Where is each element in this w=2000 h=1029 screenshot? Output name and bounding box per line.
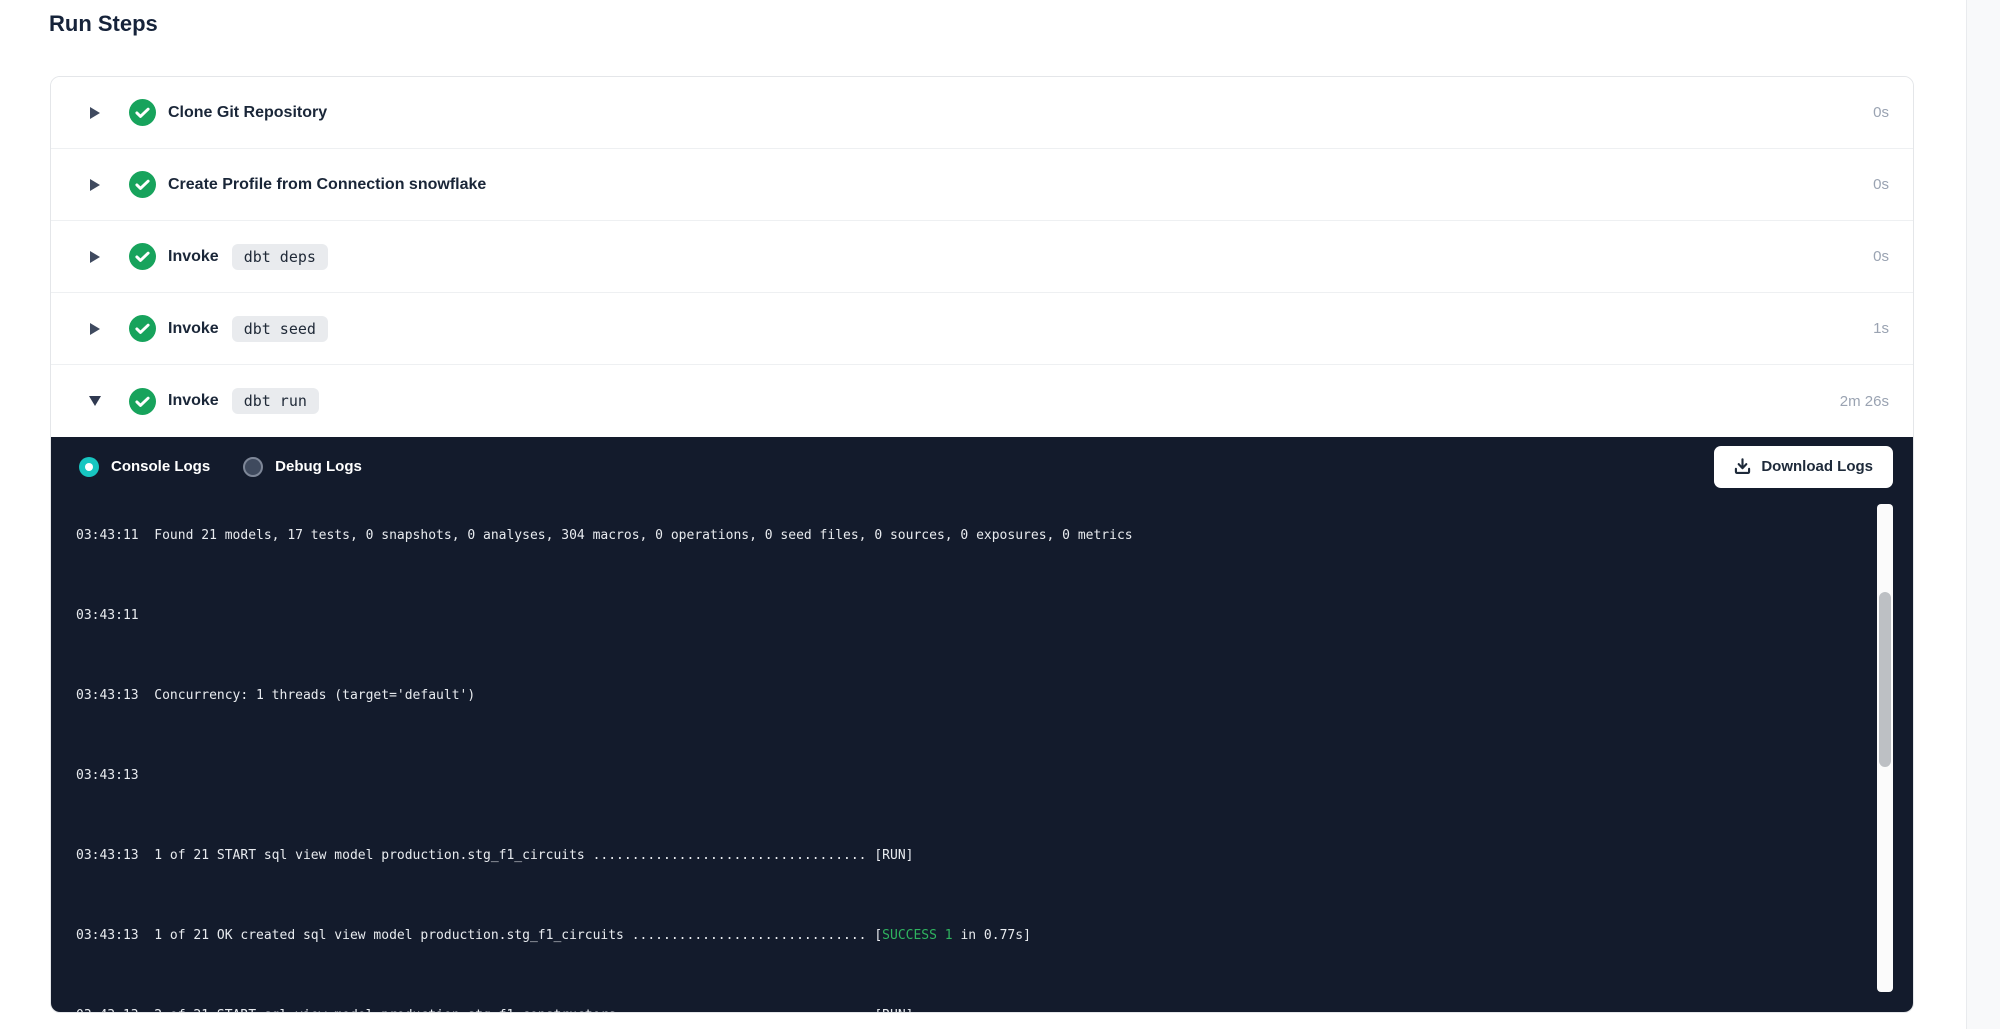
step-label: Create Profile from Connection snowflake (168, 176, 486, 194)
log-message: 2 of 21 START sql view model production.… (139, 1008, 867, 1012)
step-duration: 2m 26s (1840, 393, 1889, 410)
step-label: Invoke (168, 320, 219, 338)
download-logs-button[interactable]: Download Logs (1714, 446, 1893, 488)
log-message: 1 of 21 START sql view model production.… (139, 848, 867, 863)
page-title: Run Steps (49, 11, 158, 37)
expand-caret-icon[interactable] (89, 391, 101, 411)
right-gutter (1966, 0, 2000, 1029)
log-timestamp: 03:43:11 (76, 528, 139, 543)
log-message: Concurrency: 1 threads (target='default'… (139, 688, 476, 703)
log-line: 03:43:13 1 of 21 START sql view model pr… (76, 846, 1913, 866)
step-row[interactable]: Clone Git Repository 0s (51, 77, 1913, 149)
step-row[interactable]: Create Profile from Connection snowflake… (51, 149, 1913, 221)
log-line: 03:43:11 Found 21 models, 17 tests, 0 sn… (76, 526, 1913, 546)
log-panel: Console Logs Debug Logs Download Logs 03… (51, 437, 1913, 1012)
success-check-icon (129, 99, 156, 126)
success-check-icon (129, 171, 156, 198)
log-line: 03:43:13 2 of 21 START sql view model pr… (76, 1006, 1913, 1012)
log-scrollbar-thumb[interactable] (1879, 592, 1891, 767)
expand-caret-icon[interactable] (89, 247, 101, 267)
step-row[interactable]: Invoke dbt deps 0s (51, 221, 1913, 293)
log-line: 03:43:13 (76, 766, 1913, 786)
log-tab-label: Console Logs (111, 458, 210, 475)
log-timestamp: 03:43:13 (76, 1008, 139, 1012)
console-log-output[interactable]: 03:43:11 Found 21 models, 17 tests, 0 sn… (51, 496, 1913, 1012)
step-label: Invoke (168, 248, 219, 266)
step-duration: 0s (1873, 176, 1889, 193)
log-status: [SUCCESS 1 in 0.77s] (867, 928, 1031, 943)
log-line: 03:43:13 1 of 21 OK created sql view mod… (76, 926, 1913, 946)
log-message (139, 608, 155, 623)
success-check-icon (129, 388, 156, 415)
log-message: Found 21 models, 17 tests, 0 snapshots, … (139, 528, 1133, 543)
log-tab[interactable]: Debug Logs (243, 457, 362, 477)
expand-caret-icon[interactable] (89, 319, 101, 339)
step-label: Clone Git Repository (168, 104, 327, 122)
log-line: 03:43:13 Concurrency: 1 threads (target=… (76, 686, 1913, 706)
log-tabs: Console Logs Debug Logs (79, 457, 395, 477)
log-message (139, 768, 155, 783)
log-scrollbar[interactable] (1877, 504, 1893, 992)
log-line: 03:43:11 (76, 606, 1913, 626)
step-row[interactable]: Invoke dbt seed 1s (51, 293, 1913, 365)
step-list: Clone Git Repository 0s Create Profile f… (51, 77, 1913, 437)
expand-caret-icon[interactable] (89, 103, 101, 123)
download-logs-label: Download Logs (1761, 458, 1873, 475)
log-timestamp: 03:43:11 (76, 608, 139, 623)
log-timestamp: 03:43:13 (76, 928, 139, 943)
log-status: [RUN] (867, 848, 914, 863)
log-status: [RUN] (867, 1008, 914, 1012)
radio-icon[interactable] (243, 457, 263, 477)
log-timestamp: 03:43:13 (76, 688, 139, 703)
step-duration: 0s (1873, 104, 1889, 121)
step-row[interactable]: Invoke dbt run 2m 26s (51, 365, 1913, 437)
success-check-icon (129, 243, 156, 270)
log-tab-label: Debug Logs (275, 458, 362, 475)
radio-icon[interactable] (79, 457, 99, 477)
expand-caret-icon[interactable] (89, 175, 101, 195)
step-duration: 0s (1873, 248, 1889, 265)
step-duration: 1s (1873, 320, 1889, 337)
log-lines: 03:43:11 Found 21 models, 17 tests, 0 sn… (76, 496, 1913, 1012)
step-label: Invoke (168, 392, 219, 410)
log-message: 1 of 21 OK created sql view model produc… (139, 928, 867, 943)
step-command-pill: dbt seed (232, 316, 328, 342)
log-panel-header: Console Logs Debug Logs Download Logs (51, 437, 1913, 496)
log-tab[interactable]: Console Logs (79, 457, 210, 477)
run-steps-card: Clone Git Repository 0s Create Profile f… (50, 76, 1914, 1013)
step-command-pill: dbt run (232, 388, 319, 414)
log-timestamp: 03:43:13 (76, 768, 139, 783)
log-timestamp: 03:43:13 (76, 848, 139, 863)
success-check-icon (129, 315, 156, 342)
step-command-pill: dbt deps (232, 244, 328, 270)
download-icon (1734, 458, 1751, 475)
